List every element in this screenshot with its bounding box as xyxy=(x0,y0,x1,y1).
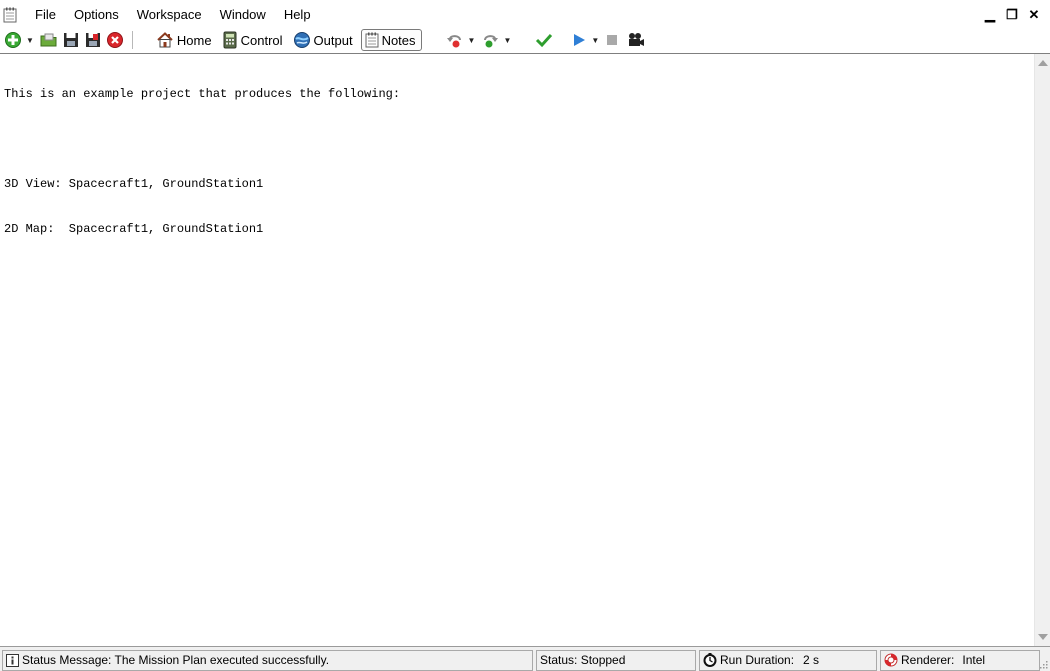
add-plus-icon xyxy=(5,32,21,48)
app-notepad-icon[interactable] xyxy=(3,7,17,23)
output-button[interactable]: Output xyxy=(290,29,356,51)
stop-button[interactable] xyxy=(603,29,621,51)
redo-dropdown-icon[interactable]: ▼ xyxy=(503,36,511,45)
notepad-icon xyxy=(365,32,379,48)
status-message-text: Status Message: The Mission Plan execute… xyxy=(22,653,330,667)
lifebuoy-icon xyxy=(884,653,898,667)
minimize-icon[interactable]: ▁ xyxy=(982,7,998,23)
renderer-label: Renderer: xyxy=(901,653,955,667)
run-status-text: Status: Stopped xyxy=(540,653,626,667)
menu-options[interactable]: Options xyxy=(65,0,128,30)
run-button[interactable] xyxy=(569,29,589,51)
menu-file[interactable]: File xyxy=(26,0,65,30)
scroll-up-icon[interactable] xyxy=(1038,60,1048,66)
calculator-icon xyxy=(223,31,237,49)
undo-dropdown-icon[interactable]: ▼ xyxy=(468,36,476,45)
renderer-panel: Renderer: Intel xyxy=(880,649,1040,671)
menu-help[interactable]: Help xyxy=(275,0,320,30)
stopwatch-icon xyxy=(703,653,717,667)
resize-grip-icon[interactable] xyxy=(1038,659,1048,669)
output-label: Output xyxy=(313,32,353,48)
save-as-button[interactable] xyxy=(82,29,104,51)
run-duration-panel: Run Duration: 2 s xyxy=(699,649,877,671)
save-disk-icon xyxy=(63,33,78,47)
open-button[interactable] xyxy=(38,29,60,51)
window-controls: ▁ ❐ ✕ xyxy=(982,7,1042,23)
notes-line: This is an example project that produces… xyxy=(4,87,401,101)
notes-line: 3D View: Spacecraft1, GroundStation1 xyxy=(4,177,264,191)
run-duration-value: 2 s xyxy=(803,653,820,667)
home-button[interactable]: Home xyxy=(153,29,215,51)
new-item-button[interactable] xyxy=(2,29,24,51)
restore-icon[interactable]: ❐ xyxy=(1004,7,1020,23)
open-folder-icon xyxy=(40,33,57,47)
notes-text-area[interactable]: This is an example project that produces… xyxy=(0,54,1034,646)
redo-button[interactable] xyxy=(479,29,501,51)
save-as-disk-icon xyxy=(85,33,100,47)
close-icon[interactable]: ✕ xyxy=(1026,7,1042,23)
home-icon xyxy=(157,32,173,48)
play-icon xyxy=(574,34,586,46)
record-button[interactable] xyxy=(625,29,647,51)
checkmark-icon xyxy=(536,33,553,48)
undo-button[interactable] xyxy=(444,29,466,51)
stop-square-icon xyxy=(607,35,618,45)
video-camera-icon xyxy=(629,33,645,46)
scroll-down-icon[interactable] xyxy=(1038,634,1048,640)
control-label: Control xyxy=(240,32,283,48)
status-message-panel: Status Message: The Mission Plan execute… xyxy=(2,649,533,671)
toolbar: ▼ Home Control Output Notes ▼ ▼ ▼ xyxy=(0,28,1050,52)
save-button[interactable] xyxy=(60,29,82,51)
renderer-value: Intel xyxy=(962,653,986,667)
notes-line: 2D Map: Spacecraft1, GroundStation1 xyxy=(4,222,264,236)
notes-label: Notes xyxy=(381,32,416,48)
close-circle-icon xyxy=(106,32,123,48)
menu-window[interactable]: Window xyxy=(211,0,275,30)
close-project-button[interactable] xyxy=(104,29,126,51)
status-bar: Status Message: The Mission Plan execute… xyxy=(0,646,1050,671)
vertical-scrollbar[interactable] xyxy=(1034,54,1050,646)
run-status-panel: Status: Stopped xyxy=(536,649,696,671)
home-label: Home xyxy=(176,32,212,48)
undo-arrow-icon xyxy=(446,35,461,48)
run-dropdown-icon[interactable]: ▼ xyxy=(591,36,599,45)
redo-arrow-icon xyxy=(484,35,499,48)
notes-line xyxy=(4,132,1030,147)
toolbar-separator xyxy=(131,31,133,49)
menu-bar: File Options Workspace Window Help ▁ ❐ ✕ xyxy=(0,0,1050,30)
menu-workspace[interactable]: Workspace xyxy=(128,0,211,30)
run-duration-label: Run Duration: xyxy=(720,653,795,667)
globe-icon xyxy=(293,32,310,48)
control-button[interactable]: Control xyxy=(219,29,286,51)
notes-button[interactable]: Notes xyxy=(360,29,422,51)
new-item-dropdown-icon[interactable]: ▼ xyxy=(26,36,34,45)
validate-button[interactable] xyxy=(533,29,555,51)
info-icon xyxy=(6,653,19,667)
